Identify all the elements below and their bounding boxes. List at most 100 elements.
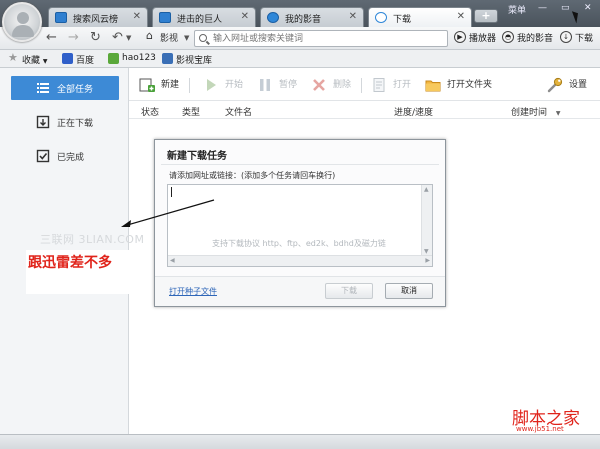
sidebar-item-all-tasks[interactable]: 全部任务 xyxy=(11,76,119,100)
tab-label: 下载 xyxy=(393,15,412,25)
delete-button[interactable]: 删除 xyxy=(311,77,351,93)
hao123-icon xyxy=(108,53,119,64)
home-icon: ⌂ xyxy=(146,29,153,42)
sidebar-item-completed[interactable]: 已完成 xyxy=(11,144,119,168)
player-button[interactable]: ▶ 播放器 xyxy=(454,31,496,47)
wrench-icon xyxy=(547,77,563,93)
media-label: 我的影音 xyxy=(517,34,554,44)
scroll-up-icon[interactable]: ▲ xyxy=(424,186,429,193)
my-media-button[interactable]: ◓ 我的影音 xyxy=(502,31,553,47)
bookmark-label: 影视宝库 xyxy=(176,56,213,66)
scroll-down-icon[interactable]: ▼ xyxy=(424,248,429,255)
page-icon xyxy=(159,12,171,23)
settings-button[interactable]: 设置 xyxy=(547,77,587,93)
download-button[interactable]: ↓ 下载 xyxy=(560,31,593,47)
tab-my-media[interactable]: 我的影音 ✕ xyxy=(260,7,364,27)
sort-down-icon: ▼ xyxy=(555,110,561,117)
scroll-right-icon[interactable]: ▶ xyxy=(425,257,430,264)
dialog-divider xyxy=(161,164,439,165)
pause-button[interactable]: 暂停 xyxy=(257,77,297,93)
play-icon xyxy=(207,79,216,91)
new-task-button[interactable]: 新建 xyxy=(139,77,179,93)
undo-dropdown-icon[interactable]: ▼ xyxy=(126,30,131,46)
delete-label: 删除 xyxy=(333,80,352,90)
minimize-button[interactable]: — xyxy=(538,3,547,17)
close-icon[interactable]: ✕ xyxy=(349,11,357,22)
column-header-label: 创建时间 xyxy=(511,108,548,118)
tab-search-rank[interactable]: 搜索风云榜 ✕ xyxy=(48,7,148,27)
list-icon xyxy=(37,83,49,93)
menu-button[interactable]: 菜单 xyxy=(508,3,526,17)
dialog-hint: 请添加网址或链接：(添加多个任务请回车换行) xyxy=(169,171,336,180)
bookmark-label: hao123 xyxy=(122,53,156,63)
annotation-note: 跟迅雷差不多 xyxy=(28,255,112,271)
toolbar-divider xyxy=(189,78,190,93)
pause-icon xyxy=(260,79,270,91)
open-label: 打开 xyxy=(393,80,412,90)
open-torrent-link[interactable]: 打开种子文件 xyxy=(169,286,217,297)
status-bar xyxy=(0,434,600,449)
close-icon[interactable]: ✕ xyxy=(457,11,465,22)
column-header-filename[interactable]: 文件名 xyxy=(225,105,252,118)
maximize-button[interactable]: ▭ xyxy=(561,3,570,17)
tab-label: 搜索风云榜 xyxy=(73,15,119,25)
sidebar-item-label: 正在下载 xyxy=(57,119,94,129)
favorites-label: 收藏 xyxy=(22,56,41,66)
sidebar-item-label: 已完成 xyxy=(57,153,85,163)
new-tab-button[interactable]: + xyxy=(474,9,498,23)
title-bar: 搜索风云榜 ✕ 进击的巨人 ✕ 我的影音 ✕ 下载 ✕ + 菜单 — ▭ ✕ xyxy=(0,0,600,27)
tab-attack-on-titan[interactable]: 进击的巨人 ✕ xyxy=(152,7,256,27)
open-button[interactable]: 打开 xyxy=(371,77,411,93)
download-icon xyxy=(375,12,387,23)
tab-download[interactable]: 下载 ✕ xyxy=(368,7,472,27)
close-icon[interactable]: ✕ xyxy=(241,11,249,22)
open-folder-label: 打开文件夹 xyxy=(447,80,493,90)
favorites-menu[interactable]: ★ 收藏 ▼ xyxy=(8,51,48,66)
baidu-icon xyxy=(62,53,73,64)
dialog-cancel-button[interactable]: 取消 xyxy=(385,283,433,299)
dialog-download-button[interactable]: 下载 xyxy=(325,283,373,299)
star-icon: ★ xyxy=(8,51,18,64)
new-task-icon xyxy=(139,78,155,92)
back-button[interactable]: ← xyxy=(46,30,57,46)
undo-button[interactable]: ↶ xyxy=(112,30,123,46)
sidebar-item-label: 全部任务 xyxy=(57,85,94,95)
home-button[interactable]: ⌂ 影视 xyxy=(146,29,179,44)
search-icon xyxy=(199,34,207,42)
new-task-label: 新建 xyxy=(161,80,180,90)
pause-label: 暂停 xyxy=(279,80,298,90)
download-icon: ↓ xyxy=(560,31,572,43)
start-button[interactable]: 开始 xyxy=(203,77,243,93)
avatar[interactable] xyxy=(2,2,42,42)
column-header-progress[interactable]: 进度/速度 xyxy=(394,105,433,118)
home-dropdown-icon[interactable]: ▼ xyxy=(184,30,189,46)
completed-icon xyxy=(36,149,50,163)
media-icon xyxy=(267,12,279,23)
toolbar: 新建 开始 暂停 删除 打开 打开文件夹 设置 xyxy=(129,68,600,101)
download-label: 下载 xyxy=(575,34,594,44)
horizontal-scrollbar[interactable]: ◀ ▶ xyxy=(168,255,432,266)
address-bar[interactable] xyxy=(194,30,448,47)
protocol-hint: 支持下载协议 http、ftp、ed2k、bdhd及磁力链 xyxy=(212,239,386,248)
forward-button[interactable]: → xyxy=(68,30,79,46)
close-window-button[interactable]: ✕ xyxy=(584,3,592,17)
bookmark-baidu[interactable]: 百度 xyxy=(62,53,94,66)
bookmark-hao123[interactable]: hao123 xyxy=(108,53,156,64)
close-icon[interactable]: ✕ xyxy=(133,11,141,22)
start-label: 开始 xyxy=(225,80,244,90)
column-header-created[interactable]: 创建时间 ▼ xyxy=(511,105,561,118)
player-label: 播放器 xyxy=(469,34,497,44)
open-folder-button[interactable]: 打开文件夹 xyxy=(425,77,492,93)
bookmark-video-library[interactable]: 影视宝库 xyxy=(162,53,212,66)
chevron-down-icon: ▼ xyxy=(42,58,48,65)
scroll-left-icon[interactable]: ◀ xyxy=(170,257,175,264)
page-icon xyxy=(55,12,67,23)
tab-label: 进击的巨人 xyxy=(177,15,223,25)
column-header-type[interactable]: 类型 xyxy=(182,105,200,118)
sidebar-item-downloading[interactable]: 正在下载 xyxy=(11,110,119,134)
column-header-status[interactable]: 状态 xyxy=(141,105,159,118)
home-label: 影视 xyxy=(160,34,179,44)
address-input[interactable] xyxy=(213,31,443,46)
vertical-scrollbar[interactable]: ▲ ▼ xyxy=(421,185,432,256)
refresh-button[interactable]: ↻ xyxy=(90,30,101,46)
